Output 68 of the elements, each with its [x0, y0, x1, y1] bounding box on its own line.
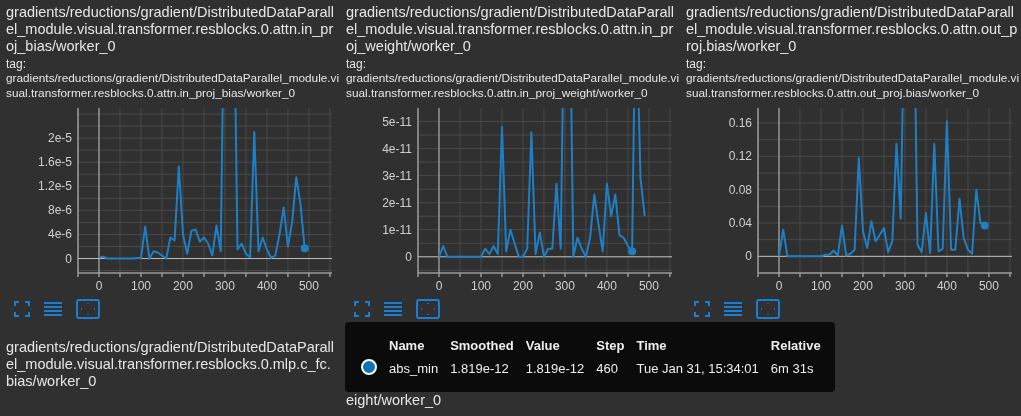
table-cell-text: 6m 31s [770, 360, 815, 378]
y-tick-label: 3e-11 [382, 168, 412, 183]
tag-label: tag: [6, 57, 27, 71]
y-tick-label: 1e-11 [382, 222, 412, 237]
column-header: Time [636, 336, 771, 357]
chart-title: gradients/reductions/gradient/DistributedDataParallel_module.visual.transformer.resblocks.0.attn.out_proj.bias/worker_0 [686, 4, 1018, 55]
x-tick-label: 400 [936, 279, 957, 293]
y-tick-label: 2e-11 [382, 195, 412, 210]
column-header: Step [596, 336, 637, 357]
x-tick-label: 500 [978, 279, 999, 293]
table-cell: 1.819e-12 [525, 357, 597, 378]
x-tick-label: 200 [512, 279, 533, 293]
y-tick-label: 0 [65, 251, 72, 266]
x-tick-label: 100 [470, 279, 491, 293]
table-cell-text: abs_min [389, 360, 440, 378]
fit-domain-icon[interactable] [76, 299, 100, 319]
series-dot [361, 359, 377, 375]
fit-domain-icon[interactable] [756, 299, 780, 319]
x-tick-label: 500 [638, 279, 659, 293]
y-tick-label: 0.04 [728, 216, 752, 230]
chart-title: eight/worker_0 [346, 392, 443, 409]
chart-title: gradients/reductions/gradient/DistributedDataParallel_module.visual.transformer.resblocks.0.attn.in_proj_bias/worker_0 [6, 4, 336, 55]
x-tick-label: 0 [435, 279, 443, 293]
y-tick-label: 0 [405, 249, 412, 264]
list-icon[interactable] [384, 301, 402, 317]
y-tick-label: 2e-5 [47, 131, 72, 146]
y-tick-label: 4e-6 [47, 227, 72, 242]
table-cell: Tue Jan 31, 15:34:01 [636, 357, 771, 378]
tag-label: tag: [686, 57, 707, 71]
list-icon[interactable] [44, 301, 62, 317]
x-tick-label: 100 [810, 279, 831, 293]
y-tick-label: 0 [745, 249, 752, 264]
x-tick-label: 400 [596, 279, 617, 293]
y-tick-label: 1.6e-5 [37, 155, 72, 170]
column-header: Name [389, 336, 451, 357]
x-tick-label: 100 [130, 279, 151, 293]
y-tick-label: 4e-11 [382, 141, 412, 156]
x-tick-label: 200 [172, 279, 193, 293]
x-tick-label: 0 [775, 279, 783, 293]
x-tick-label: 300 [214, 279, 235, 293]
tag-text: gradients/reductions/gradient/DistributedDataParallel_module.visual.transformer.resblocks.0.attn.in_proj_bias/worker_0 [6, 71, 340, 101]
chart-title: gradients/reductions/gradient/DistributedDataParallel_module.visual.transformer.resblocks.0.attn.in_proj_weight/worker_0 [346, 4, 676, 55]
column-header: Value [525, 336, 597, 357]
fullscreen-icon[interactable] [694, 301, 710, 317]
tag-text: gradients/reductions/gradient/DistributedDataParallel_module.visual.transformer.resblocks.0.attn.in_proj_weight/worker_0 [346, 71, 680, 101]
fullscreen-icon[interactable] [14, 301, 30, 317]
list-icon[interactable] [724, 301, 742, 317]
x-tick-label: 200 [852, 279, 873, 293]
y-tick-label: 1.2e-5 [37, 179, 72, 194]
y-tick-label: 0.16 [728, 116, 752, 130]
x-tick-label: 300 [894, 279, 915, 293]
tag-label: tag: [346, 57, 367, 71]
x-tick-label: 500 [298, 279, 319, 293]
table-cell: 1.819e-12 [450, 357, 526, 378]
y-tick-label: 0.08 [728, 182, 752, 197]
tag-text: gradients/reductions/gradient/DistributedDataParallel_module.visual.transformer.resblocks.0.attn.out_proj.bias/worker_0 [686, 71, 1020, 101]
table-cell: 460 [596, 357, 637, 378]
x-tick-label: 400 [256, 279, 277, 293]
y-tick-label: 8e-6 [47, 203, 72, 218]
column-header: Relative [770, 337, 822, 355]
y-tick-label: 5e-11 [382, 114, 412, 129]
fit-domain-icon[interactable] [416, 299, 440, 319]
fullscreen-icon[interactable] [354, 301, 370, 317]
x-tick-label: 0 [95, 279, 103, 293]
x-tick-label: 300 [554, 279, 575, 293]
column-header: Smoothed [450, 336, 526, 357]
y-tick-label: 0.12 [728, 149, 752, 164]
chart-title: gradients/reductions/gradient/DistributedDataParallel_module.visual.transformer.resblocks.0.mlp.c_fc.bias/worker_0 [6, 339, 336, 390]
